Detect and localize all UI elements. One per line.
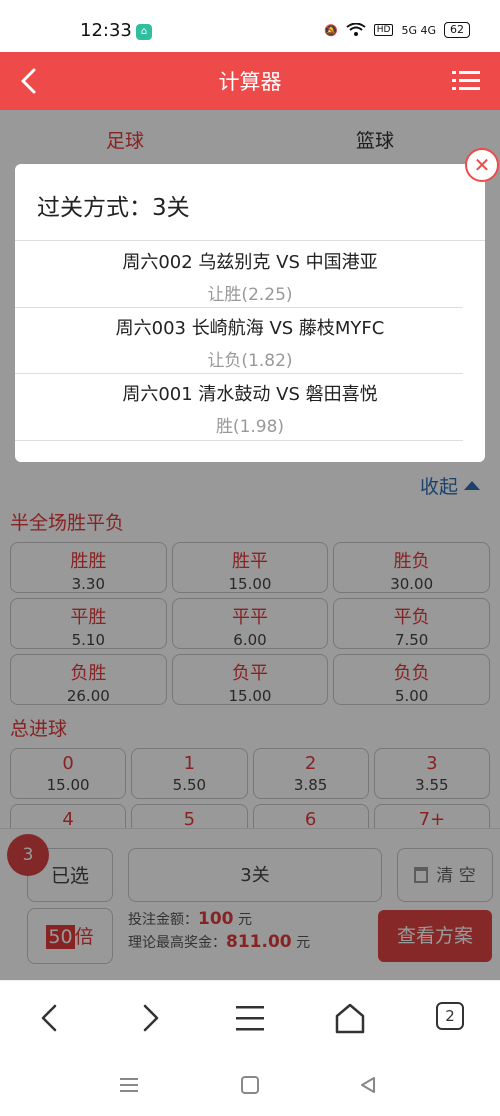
app-header: 计算器 bbox=[0, 52, 500, 110]
status-time: 12:33 bbox=[80, 20, 132, 41]
battery-icon: 62 bbox=[444, 22, 470, 38]
list-menu-icon[interactable] bbox=[452, 68, 480, 94]
match-item: 周六002 乌兹别克 VS 中国港亚 让胜(2.25) bbox=[15, 248, 485, 305]
match-pick: 胜(1.98) bbox=[215, 417, 285, 437]
match-item: 周六003 长崎航海 VS 藤枝MYFC 让负(1.82) bbox=[15, 314, 485, 371]
popup-divider bbox=[15, 240, 485, 241]
notification-app-icon: ⌂ bbox=[136, 24, 152, 40]
hd-icon: HD bbox=[373, 24, 394, 36]
status-bar: 12:33 ⌂ 🔕 HD 5G 4G 62 bbox=[0, 0, 500, 52]
close-icon[interactable]: ✕ bbox=[465, 148, 499, 182]
match-title: 周六002 乌兹别克 VS 中国港亚 bbox=[122, 252, 378, 273]
browser-back-icon[interactable] bbox=[30, 1001, 70, 1035]
match-title: 周六003 长崎航海 VS 藤枝MYFC bbox=[115, 318, 385, 339]
pass-type-popup: 过关方式：3关 周六002 乌兹别克 VS 中国港亚 让胜(2.25) 周六00… bbox=[15, 164, 485, 462]
match-divider bbox=[15, 307, 463, 308]
home-icon[interactable] bbox=[240, 1075, 260, 1095]
browser-home-icon[interactable] bbox=[330, 1001, 370, 1035]
browser-toolbar bbox=[0, 980, 500, 1055]
match-pick: 让胜(2.25) bbox=[207, 285, 293, 305]
signal-icon: 5G 4G bbox=[401, 23, 436, 37]
browser-menu-icon[interactable] bbox=[230, 1001, 270, 1035]
system-nav-bar bbox=[0, 1055, 500, 1116]
popup-title: 过关方式：3关 bbox=[37, 195, 190, 221]
match-divider bbox=[15, 440, 463, 441]
wifi-icon bbox=[346, 23, 366, 36]
recents-icon[interactable] bbox=[118, 1075, 140, 1095]
back-triangle-icon[interactable] bbox=[358, 1075, 378, 1095]
match-divider bbox=[15, 373, 463, 374]
mute-icon: 🔕 bbox=[324, 23, 338, 37]
match-item: 周六001 清水鼓动 VS 磐田喜悦 胜(1.98) bbox=[15, 380, 485, 437]
match-title: 周六001 清水鼓动 VS 磐田喜悦 bbox=[122, 384, 378, 405]
browser-forward-icon[interactable] bbox=[130, 1001, 170, 1035]
match-pick: 让负(1.82) bbox=[207, 351, 293, 371]
status-icons: 🔕 HD 5G 4G 62 bbox=[324, 22, 470, 38]
page-title: 计算器 bbox=[218, 70, 282, 94]
browser-tabs-count[interactable]: 2 bbox=[436, 1002, 464, 1030]
